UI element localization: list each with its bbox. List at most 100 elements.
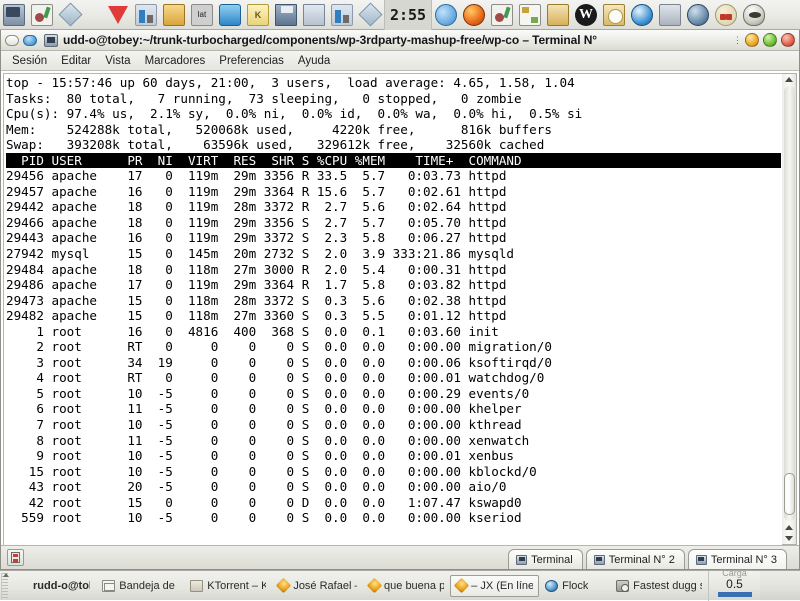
system-monitor-icon[interactable]: [329, 2, 355, 28]
taskbar-button-label: – JX (En línea): [471, 579, 533, 592]
terminal-tab-icon: [516, 554, 528, 565]
save-session-icon[interactable]: [273, 2, 299, 28]
terminal-process-row: 29473 apache 15 0 118m 28m 3372 S 0.3 5.…: [6, 292, 507, 308]
taskbar-button-label: Flock: [562, 579, 589, 592]
taskbar-button[interactable]: rudd-o@tobey: [10, 575, 96, 597]
maximize-button[interactable]: [763, 33, 777, 47]
panel-right-pad: [760, 571, 800, 601]
terminal-tab-label: Terminal N° 3: [710, 553, 777, 566]
taskbar-button[interactable]: Bandeja de en: [96, 575, 184, 597]
terminal-process-row: 2 root RT 0 0 0 0 S 0.0 0.0 0:00.00 migr…: [6, 339, 552, 355]
fox-icon: [453, 577, 470, 594]
terminal-icon: [16, 580, 29, 592]
photo-viewer-icon[interactable]: [601, 2, 627, 28]
terminal-process-row: 6 root 11 -5 0 0 0 S 0.0 0.0 0:00.00 khe…: [6, 401, 522, 417]
archive-icon[interactable]: [161, 2, 187, 28]
terminal-process-row: 15 root 10 -5 0 0 0 S 0.0 0.0 0:00.00 kb…: [6, 463, 537, 479]
terminal-tab-icon: [593, 554, 605, 565]
text-editor-icon[interactable]: [29, 2, 55, 28]
taskbar-button[interactable]: José Rafael – C: [272, 575, 363, 597]
terminal-tab-icon: [695, 554, 707, 565]
fox-icon: [276, 577, 292, 594]
firefox-icon[interactable]: [461, 2, 487, 28]
wolf-app-icon[interactable]: [685, 2, 711, 28]
penguin-app-icon[interactable]: [741, 2, 767, 28]
window-titlebar[interactable]: udd-o@tobey:~/trunk-turbocharged/compone…: [1, 30, 799, 51]
taskbar-button[interactable]: – JX (En línea): [450, 574, 540, 597]
panel-drag-handle[interactable]: [1, 572, 9, 599]
terminal-tab[interactable]: Terminal N° 2: [585, 549, 685, 569]
new-session-button[interactable]: [7, 549, 24, 566]
diamond-tray-icon[interactable]: [357, 2, 383, 28]
web-browser-icon[interactable]: [629, 2, 655, 28]
scroll-arrows-bottom: [784, 522, 794, 544]
terminal-process-row: 43 root 20 -5 0 0 0 S 0.0 0.0 0:00.00 ai…: [6, 479, 507, 495]
paint-app-icon[interactable]: [489, 2, 515, 28]
top-panel: lat K 2:55 W: [0, 0, 800, 30]
network-icon[interactable]: [133, 2, 159, 28]
terminal-scrollbar[interactable]: [782, 73, 797, 545]
terminal-process-row: 29443 apache 16 0 119m 29m 3372 S 2.3 5.…: [6, 230, 507, 246]
menu-marcadores[interactable]: Marcadores: [138, 54, 213, 68]
menu-ayuda[interactable]: Ayuda: [291, 54, 337, 68]
scrollbar-thumb[interactable]: [783, 473, 795, 515]
klipper-label: K: [247, 3, 269, 26]
terminal-process-row: 29456 apache 17 0 119m 29m 3356 R 33.5 5…: [6, 168, 507, 184]
baseball-app-icon[interactable]: [713, 2, 739, 28]
load-widget-value: 0.5: [726, 576, 743, 591]
taskbar-button[interactable]: que buena par: [363, 575, 450, 597]
sticky-button[interactable]: [23, 34, 37, 46]
klipper-icon[interactable]: K: [245, 2, 271, 28]
taskbar-button-label: Bandeja de en: [119, 579, 178, 592]
terminal-summary-line: Mem: 524288k total, 520068k used, 4220k …: [6, 121, 552, 137]
wordpress-icon[interactable]: W: [573, 2, 599, 28]
terminal-tab[interactable]: Terminal N° 3: [687, 549, 787, 569]
menu-sesion[interactable]: Sesión: [5, 54, 54, 68]
ruby-gem-icon[interactable]: [105, 2, 131, 28]
menu-preferencias[interactable]: Preferencias: [212, 54, 291, 68]
close-button[interactable]: [781, 33, 795, 47]
shade-button[interactable]: [5, 34, 19, 46]
taskbar-button-label: rudd-o@tobey: [33, 579, 90, 592]
terminal-process-row: 29466 apache 18 0 119m 29m 3356 S 2.7 5.…: [6, 214, 507, 230]
terminal-process-row: 29486 apache 17 0 119m 29m 3364 R 1.7 5.…: [6, 277, 507, 293]
panel-clock[interactable]: 2:55: [384, 0, 432, 30]
scroll-down-arrow[interactable]: [784, 535, 794, 542]
scrollbar-track[interactable]: [783, 86, 795, 521]
menu-vista[interactable]: Vista: [98, 54, 137, 68]
terminal-process-row: 3 root 34 19 0 0 0 S 0.0 0.0 0:00.06 kso…: [6, 354, 552, 370]
scroll-up-arrow-bottom[interactable]: [784, 524, 794, 531]
flock-icon: [545, 579, 559, 592]
tools-app-icon[interactable]: [517, 2, 543, 28]
update-notifier-icon[interactable]: [301, 2, 327, 28]
taskbar-button[interactable]: Flock: [539, 575, 610, 597]
terminal-output[interactable]: top - 15:57:46 up 60 days, 21:00, 3 user…: [3, 73, 782, 545]
diamond-app-icon[interactable]: [57, 2, 83, 28]
minimize-button[interactable]: [745, 33, 759, 47]
window-menu-icon[interactable]: ⋮: [733, 36, 742, 45]
volume-icon[interactable]: [217, 2, 243, 28]
load-widget-bar: [717, 591, 752, 597]
bottom-panel: rudd-o@tobey Bandeja de en KTorrent – Ko Jo…: [0, 568, 800, 601]
terminal-launcher-icon[interactable]: [1, 2, 27, 28]
window-title: udd-o@tobey:~/trunk-turbocharged/compone…: [63, 33, 597, 47]
taskbar-button[interactable]: Fastest dugg s: [610, 575, 708, 597]
menu-editar[interactable]: Editar: [54, 54, 98, 68]
display-settings-icon[interactable]: [657, 2, 683, 28]
taskbar-button[interactable]: KTorrent – Ko: [184, 575, 272, 597]
load-widget[interactable]: Carga 0.5: [708, 568, 760, 601]
keyboard-layout-icon[interactable]: lat: [189, 2, 215, 28]
terminal-tab[interactable]: Terminal: [508, 549, 583, 569]
terminal-area: top - 15:57:46 up 60 days, 21:00, 3 user…: [1, 71, 799, 545]
terminal-process-row: 4 root RT 0 0 0 0 S 0.0 0.0 0:00.01 watc…: [6, 370, 545, 386]
terminal-process-row: 27942 mysql 15 0 145m 20m 2732 S 2.0 3.9…: [6, 246, 514, 262]
msn-messenger-icon[interactable]: [433, 2, 459, 28]
window-app-icon[interactable]: [44, 33, 58, 47]
top-panel-quicklaunch: W: [432, 0, 768, 30]
file-manager-icon[interactable]: [545, 2, 571, 28]
keyboard-layout-label: lat: [191, 3, 213, 26]
scroll-up-arrow[interactable]: [784, 76, 794, 83]
terminal-tab-label: Terminal N° 2: [608, 553, 675, 566]
terminal-window: udd-o@tobey:~/trunk-turbocharged/compone…: [0, 30, 800, 570]
terminal-column-header: PID USER PR NI VIRT RES SHR S %CPU %MEM …: [6, 152, 781, 169]
